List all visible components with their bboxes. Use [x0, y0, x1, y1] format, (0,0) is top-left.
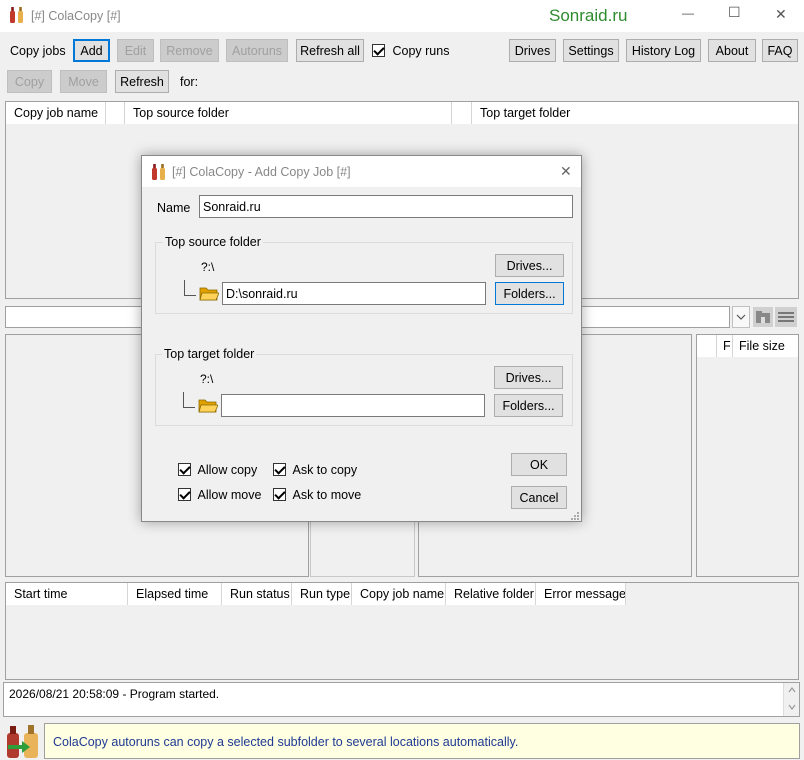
remove-button[interactable]: Remove [160, 39, 219, 62]
runs-col-start[interactable]: Start time [6, 583, 128, 605]
settings-button[interactable]: Settings [563, 39, 619, 62]
tip-text: ColaCopy autoruns can copy a selected su… [53, 735, 519, 749]
ask-to-copy-check[interactable] [273, 463, 286, 477]
ok-button[interactable]: OK [511, 453, 567, 476]
move-button[interactable]: Move [60, 70, 107, 93]
source-group-label: Top source folder [163, 235, 263, 249]
cancel-button[interactable]: Cancel [511, 486, 567, 509]
allow-move-label: Allow move [197, 487, 262, 502]
copy-runs-checkbox[interactable]: Copy runs [372, 43, 449, 58]
add-copy-job-dialog: [#] ColaCopy - Add Copy Job [#] ✕ Name S… [141, 155, 582, 522]
files-col-size[interactable]: File size [733, 335, 798, 357]
app-icon [10, 7, 23, 23]
copy-runs-check[interactable] [372, 44, 385, 58]
target-path-input[interactable] [221, 394, 485, 417]
allow-copy-checkbox[interactable]: Allow copy [178, 462, 257, 477]
tip-bar: ColaCopy autoruns can copy a selected su… [44, 723, 800, 759]
ask-to-move-checkbox[interactable]: Ask to move [273, 487, 361, 502]
dialog-title-bar: [#] ColaCopy - Add Copy Job [#] ✕ [142, 156, 581, 187]
drives-button[interactable]: Drives [509, 39, 556, 62]
ask-to-copy-label: Ask to copy [292, 462, 358, 477]
runs-col-status[interactable]: Run status [222, 583, 292, 605]
source-folders-button[interactable]: Folders... [495, 282, 564, 305]
runs-col-error[interactable]: Error message [536, 583, 626, 605]
ask-to-move-check[interactable] [273, 488, 286, 502]
log-scrollbar[interactable] [783, 683, 799, 716]
log-area[interactable]: 2026/08/21 20:58:09 - Program started. [3, 682, 800, 717]
resize-grip-icon[interactable] [570, 511, 580, 521]
allow-copy-label: Allow copy [197, 462, 258, 477]
jobs-col-source[interactable]: Top source folder [125, 102, 452, 124]
source-path-value: D:\sonraid.ru [226, 286, 298, 301]
path-dropdown-button[interactable] [732, 306, 750, 328]
for-label: for: [180, 75, 199, 89]
file-details-panel[interactable]: F File size [696, 334, 799, 577]
add-button[interactable]: Add [73, 39, 110, 62]
source-tree-line [184, 280, 196, 296]
allow-move-checkbox[interactable]: Allow move [178, 487, 261, 502]
edit-button[interactable]: Edit [117, 39, 154, 62]
jobs-col-spacer2[interactable] [452, 102, 472, 124]
jobs-col-target[interactable]: Top target folder [472, 102, 798, 124]
brand-label: Sonraid.ru [549, 6, 628, 25]
maximize-button[interactable]: ☐ [728, 4, 741, 21]
runs-col-job[interactable]: Copy job name [352, 583, 446, 605]
log-line: 2026/08/21 20:58:09 - Program started. [9, 687, 220, 701]
dialog-app-icon [152, 164, 165, 180]
copy-jobs-label: Copy jobs [10, 44, 66, 58]
refresh-button[interactable]: Refresh [115, 70, 169, 93]
window-title: [#] ColaCopy [#] [31, 9, 121, 23]
name-label: Name [157, 201, 191, 215]
close-button[interactable]: ✕ [775, 6, 787, 23]
runs-col-relative[interactable]: Relative folder [446, 583, 536, 605]
scroll-down-icon[interactable] [784, 700, 800, 714]
source-drives-button[interactable]: Drives... [495, 254, 564, 277]
minimize-button[interactable]: — [682, 6, 694, 20]
runs-col-elapsed[interactable]: Elapsed time [128, 583, 222, 605]
tip-bottles-icon [7, 725, 38, 758]
runs-col-type[interactable]: Run type [292, 583, 352, 605]
copy-runs-label: Copy runs [392, 43, 450, 58]
name-input[interactable]: Sonraid.ru [199, 195, 573, 218]
files-col-spacer[interactable] [697, 335, 717, 357]
refresh-all-button[interactable]: Refresh all [296, 39, 364, 62]
allow-copy-check[interactable] [178, 463, 191, 477]
scroll-up-icon[interactable] [784, 683, 800, 697]
copy-button[interactable]: Copy [7, 70, 52, 93]
source-folder-icon [199, 287, 219, 301]
target-drive-label: ?:\ [200, 372, 214, 386]
source-path-input[interactable]: D:\sonraid.ru [222, 282, 486, 305]
files-col-f[interactable]: F [717, 335, 733, 357]
folder-view-icon[interactable] [753, 307, 773, 327]
runs-table[interactable]: Start time Elapsed time Run status Run t… [5, 582, 799, 680]
dialog-title: [#] ColaCopy - Add Copy Job [#] [172, 165, 351, 179]
ask-to-copy-checkbox[interactable]: Ask to copy [273, 462, 357, 477]
history-log-button[interactable]: History Log [626, 39, 701, 62]
source-drive-label: ?:\ [201, 260, 215, 274]
jobs-col-spacer1[interactable] [106, 102, 125, 124]
target-folders-button[interactable]: Folders... [494, 394, 563, 417]
allow-move-check[interactable] [178, 488, 191, 502]
jobs-col-name[interactable]: Copy job name [6, 102, 106, 124]
target-folder-icon [198, 399, 218, 413]
ask-to-move-label: Ask to move [292, 487, 362, 502]
chevron-down-icon [736, 314, 746, 320]
about-button[interactable]: About [708, 39, 756, 62]
name-input-value: Sonraid.ru [203, 199, 261, 214]
target-group-label: Top target folder [162, 347, 257, 361]
target-drives-button[interactable]: Drives... [494, 366, 563, 389]
dialog-close-button[interactable]: ✕ [560, 163, 572, 180]
target-tree-line [183, 392, 195, 408]
autoruns-button[interactable]: Autoruns [226, 39, 288, 62]
faq-button[interactable]: FAQ [762, 39, 798, 62]
list-view-icon[interactable] [775, 307, 797, 327]
title-bar: [#] ColaCopy [#] Sonraid.ru — ☐ ✕ [0, 0, 804, 32]
